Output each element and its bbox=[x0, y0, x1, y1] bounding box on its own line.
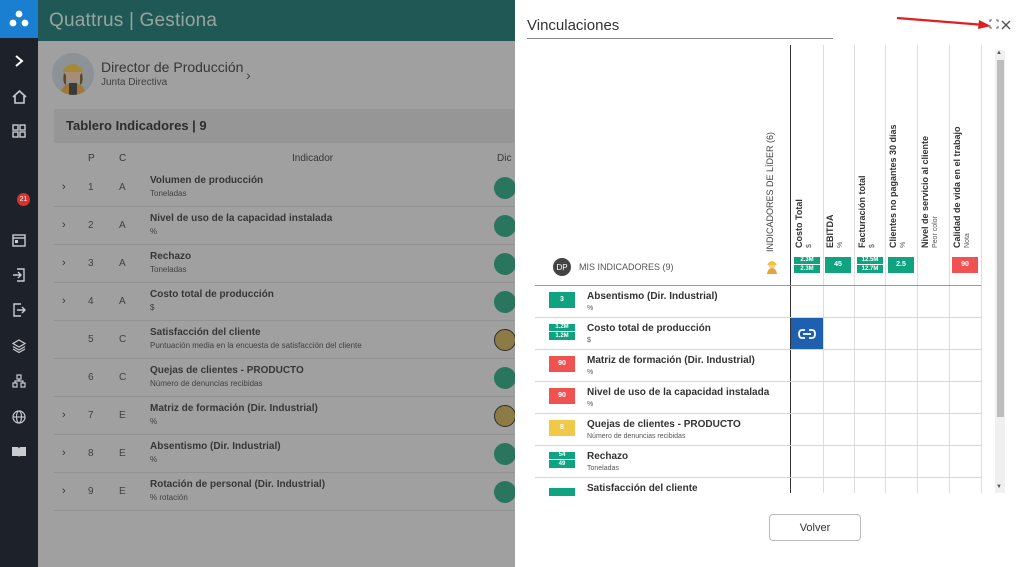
column-name: Costo Total bbox=[794, 199, 804, 248]
column-value-badge: 12.5M 12.7M bbox=[857, 257, 883, 273]
value-badge: 90 bbox=[549, 388, 575, 404]
dashboard-icon[interactable] bbox=[0, 119, 38, 143]
close-icon[interactable] bbox=[1001, 17, 1011, 33]
value-actual: 54 bbox=[549, 452, 575, 460]
leader-avatar-icon bbox=[767, 261, 777, 274]
column-name: Facturación total bbox=[857, 175, 867, 248]
book-icon[interactable] bbox=[0, 440, 38, 464]
linked-indicator-row[interactable]: 90 Matriz de formación (Dir. Industrial)% bbox=[535, 350, 793, 382]
value-target: 2.3M bbox=[800, 266, 814, 272]
value-actual: 45 bbox=[834, 261, 842, 268]
column-header[interactable]: Nivel de servicio al cliente Peor color bbox=[920, 108, 954, 248]
export-icon[interactable] bbox=[0, 298, 38, 322]
value-badge: 3 bbox=[549, 292, 575, 308]
vinculaciones-panel: Vinculaciones ▲ ▼ INDICADORES DE LÍDER (… bbox=[515, 0, 1024, 567]
linked-indicator-name: Satisfacción del cliente bbox=[587, 483, 698, 494]
linked-indicator-unit: % bbox=[587, 305, 594, 312]
column-unit: $ bbox=[806, 244, 813, 248]
scroll-down-icon[interactable]: ▼ bbox=[996, 484, 1002, 490]
globe-icon[interactable] bbox=[0, 405, 38, 429]
column-value-badge: 90 bbox=[952, 257, 978, 273]
linked-indicator-unit: Toneladas bbox=[587, 465, 619, 472]
value-actual: 1.2M bbox=[549, 324, 575, 332]
linked-indicator-row[interactable]: 8 Quejas de clientes - PRODUCTO Número de … bbox=[535, 414, 793, 446]
red-arrow-annotation bbox=[896, 16, 991, 29]
link-icon bbox=[798, 328, 816, 339]
column-header[interactable]: Calidad de vida en el trabajo Nota bbox=[952, 108, 986, 248]
left-sidebar: 21 bbox=[0, 0, 38, 567]
linked-indicator-row[interactable]: Satisfacción del cliente bbox=[535, 478, 793, 510]
column-header[interactable]: Clientes no pagantes 30 días% bbox=[888, 108, 922, 248]
lider-column-label: INDICADORES DE LÍDER (6) bbox=[765, 131, 775, 252]
column-unit: % bbox=[837, 241, 844, 248]
value-target: 1.2M bbox=[555, 333, 569, 339]
hierarchy-icon[interactable] bbox=[0, 369, 38, 393]
column-value-badge: 2.5 bbox=[888, 257, 914, 273]
column-name: Calidad de vida en el trabajo bbox=[952, 126, 962, 248]
linked-indicator-name: Costo total de producción bbox=[587, 323, 711, 334]
value-actual: 2.5 bbox=[896, 261, 906, 268]
column-unit: Nota bbox=[964, 233, 971, 248]
linked-indicator-unit: % bbox=[587, 369, 594, 376]
value-actual: 2.3M bbox=[794, 257, 820, 265]
expand-sidebar-icon[interactable] bbox=[0, 49, 38, 73]
linked-indicator-row[interactable]: 3 Absentismo (Dir. Industrial)% bbox=[535, 286, 793, 318]
value-actual: 90 bbox=[961, 261, 969, 268]
linked-indicator-row[interactable]: 1.2M 1.2M Costo total de producción $ bbox=[535, 318, 793, 350]
home-icon[interactable] bbox=[0, 85, 38, 109]
mis-indicadores-label: MIS INDICADORES (9) bbox=[579, 262, 674, 272]
volver-button[interactable]: Volver bbox=[769, 514, 861, 541]
column-name: Clientes no pagantes 30 días bbox=[888, 124, 898, 248]
modal-overlay[interactable] bbox=[38, 0, 515, 567]
value-badge bbox=[549, 488, 575, 496]
linked-indicator-name: Nivel de uso de la capacidad instalada bbox=[587, 387, 770, 398]
value-badge: 90 bbox=[549, 356, 575, 372]
value-badge: 54 49 bbox=[549, 452, 575, 468]
import-icon[interactable] bbox=[0, 263, 38, 287]
value-badge: 1.2M 1.2M bbox=[549, 324, 575, 340]
column-unit: Peor color bbox=[932, 216, 939, 248]
linked-indicator-name: Matriz de formación (Dir. Industrial) bbox=[587, 355, 755, 366]
maximize-icon[interactable] bbox=[989, 19, 999, 29]
linked-indicator-unit: $ bbox=[587, 337, 591, 344]
linked-indicator-name: Quejas de clientes - PRODUCTO bbox=[587, 419, 741, 430]
column-value-badge: 45 bbox=[825, 257, 851, 273]
value-badge: 8 bbox=[549, 420, 575, 436]
scroll-up-icon[interactable]: ▲ bbox=[996, 50, 1002, 56]
layers-icon[interactable] bbox=[0, 334, 38, 358]
column-unit: % bbox=[900, 241, 907, 248]
calendar-icon[interactable] bbox=[0, 228, 38, 252]
linked-indicator-unit: Número de denuncias recibidas bbox=[587, 433, 686, 440]
column-value-badge: 2.3M 2.3M bbox=[794, 257, 820, 273]
column-unit: $ bbox=[869, 244, 876, 248]
linked-indicator-name: Absentismo (Dir. Industrial) bbox=[587, 291, 718, 302]
value-actual: 12.5M bbox=[857, 257, 883, 265]
user-initials-avatar: DP bbox=[553, 258, 571, 276]
linked-indicator-name: Rechazo bbox=[587, 451, 629, 462]
linked-indicator-row[interactable]: 54 49 Rechazo Toneladas bbox=[535, 446, 793, 478]
column-name: EBITDA bbox=[825, 214, 835, 249]
column-header[interactable]: Facturación total $ bbox=[857, 108, 891, 248]
scrollbar-thumb[interactable] bbox=[997, 60, 1004, 417]
link-cell[interactable] bbox=[791, 318, 823, 349]
linked-indicator-row[interactable]: 90 Nivel de uso de la capacidad instalada… bbox=[535, 382, 793, 414]
column-name: Nivel de servicio al cliente bbox=[920, 135, 930, 248]
linked-indicator-unit: % bbox=[587, 401, 594, 408]
title-underline bbox=[527, 38, 833, 39]
notification-badge[interactable]: 21 bbox=[17, 193, 30, 206]
value-target: 49 bbox=[558, 461, 566, 467]
column-header[interactable]: EBITDA% bbox=[825, 108, 859, 249]
panel-title: Vinculaciones bbox=[527, 17, 620, 34]
column-header[interactable]: Costo Total $ bbox=[794, 108, 828, 248]
value-target: 12.7M bbox=[861, 266, 879, 272]
app-logo-icon[interactable] bbox=[0, 0, 38, 38]
